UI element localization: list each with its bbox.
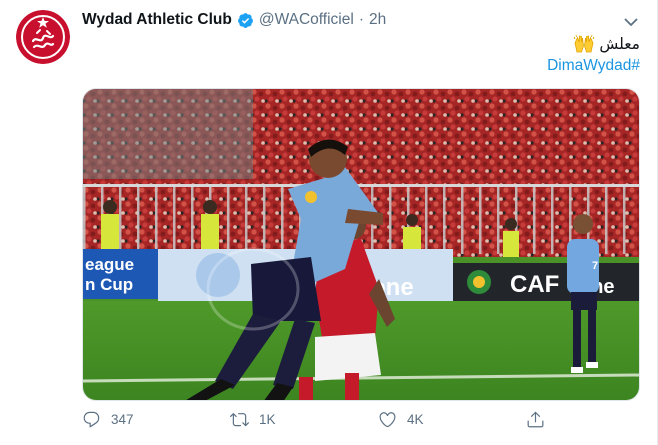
share-icon	[527, 411, 544, 428]
retweet-button[interactable]: 1K	[230, 410, 276, 429]
heart-icon	[379, 412, 396, 428]
jersey-number: 7	[592, 260, 598, 272]
tweet-timestamp[interactable]: 2h	[369, 11, 386, 29]
board-text-caf: CAF	[510, 271, 559, 298]
reply-button[interactable]: 347	[82, 410, 134, 429]
retweet-icon	[230, 413, 249, 427]
like-button[interactable]: 4K	[378, 410, 424, 429]
tweet-photo[interactable]: eague n Cup one CAF one 7	[82, 88, 640, 401]
verified-badge-icon	[237, 12, 254, 29]
board-text-league: eague	[85, 255, 134, 274]
tweet-text-arabic: معلش	[599, 35, 640, 53]
tweet-card[interactable]: Wydad Athletic Club @WACofficiel · 2h مع…	[0, 0, 658, 445]
tweet-text: معلش	[573, 34, 640, 54]
wydad-crest-logo	[16, 10, 70, 64]
user-handle[interactable]: @WACofficiel	[259, 11, 354, 29]
hashtag-link[interactable]: #DimaWydad	[547, 57, 640, 75]
retweet-count: 1K	[259, 412, 276, 427]
tweet-actions: 347 1K 4K	[82, 410, 640, 436]
display-name[interactable]: Wydad Athletic Club	[82, 11, 232, 29]
reply-icon	[83, 411, 100, 428]
board-text-cup: n Cup	[85, 275, 133, 294]
raised-hands-emoji	[573, 34, 595, 54]
avatar[interactable]	[16, 10, 70, 64]
more-options-chevron-down-icon[interactable]	[622, 13, 640, 31]
like-count: 4K	[407, 412, 424, 427]
share-button[interactable]	[526, 410, 545, 429]
reply-count: 347	[111, 412, 134, 427]
football-match-photo: eague n Cup one CAF one 7	[83, 89, 639, 400]
tweet-header: Wydad Athletic Club @WACofficiel · 2h	[82, 9, 386, 31]
separator-dot: ·	[358, 11, 364, 28]
